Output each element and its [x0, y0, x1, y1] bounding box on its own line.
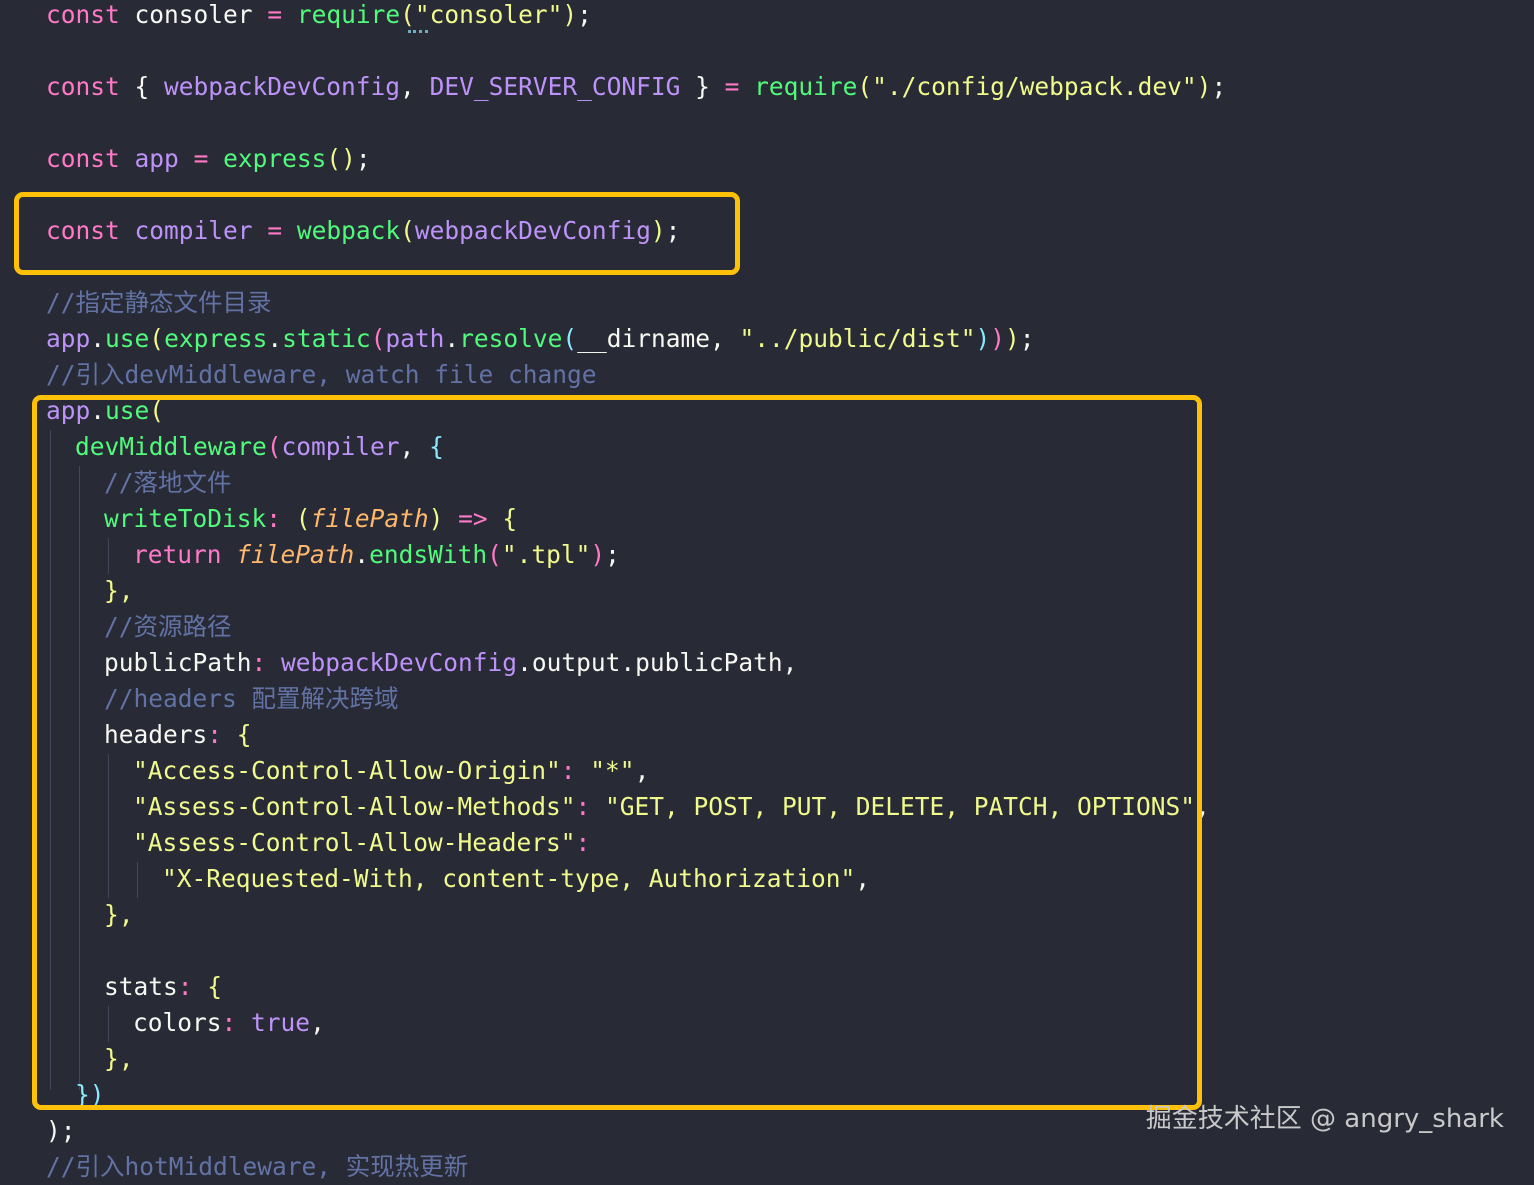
- string-literal: "../public/dist": [739, 324, 976, 353]
- identifier: path: [385, 324, 445, 353]
- function-name: require: [296, 0, 401, 29]
- keyword: const: [46, 72, 120, 101]
- keyword: const: [46, 0, 120, 29]
- method-name: static: [282, 324, 371, 353]
- function-name: express: [223, 144, 327, 173]
- identifier: __dirname: [577, 324, 710, 353]
- watermark: 掘金技术社区 @ angry_shark: [1145, 1104, 1504, 1134]
- identifier: express: [164, 324, 268, 353]
- method-name: use: [105, 324, 150, 353]
- operator: =: [724, 72, 740, 101]
- identifier: webpackDevConfig: [164, 72, 401, 101]
- code-comment: //引入hotMiddleware, 实现热更新: [46, 1152, 469, 1181]
- method-name: resolve: [459, 324, 563, 353]
- operator: =: [193, 144, 209, 173]
- code-line[interactable]: );: [46, 1113, 76, 1149]
- operator: =: [267, 0, 283, 29]
- keyword: const: [46, 144, 120, 173]
- highlight-box-dev-middleware: [32, 395, 1202, 1110]
- lint-squiggle: [408, 27, 428, 33]
- function-name: require: [754, 72, 858, 101]
- string-literal: "consoler": [414, 0, 563, 29]
- code-comment: //指定静态文件目录: [46, 288, 272, 317]
- identifier: app: [134, 144, 179, 173]
- code-editor[interactable]: const consoler = require("consoler"); co…: [0, 0, 1534, 1181]
- code-line[interactable]: app.use(express.static(path.resolve(__di…: [46, 321, 1035, 357]
- code-line[interactable]: const app = express();: [46, 141, 371, 177]
- identifier: consoler: [134, 0, 253, 29]
- identifier: app: [46, 324, 91, 353]
- code-comment: //引入devMiddleware, watch file change: [46, 360, 597, 389]
- string-literal: "./config/webpack.dev": [872, 72, 1197, 101]
- code-line[interactable]: const consoler = require("consoler");: [46, 0, 592, 33]
- code-line[interactable]: const { webpackDevConfig, DEV_SERVER_CON…: [46, 69, 1226, 105]
- highlight-box-compiler: [14, 192, 740, 275]
- identifier: DEV_SERVER_CONFIG: [429, 72, 681, 101]
